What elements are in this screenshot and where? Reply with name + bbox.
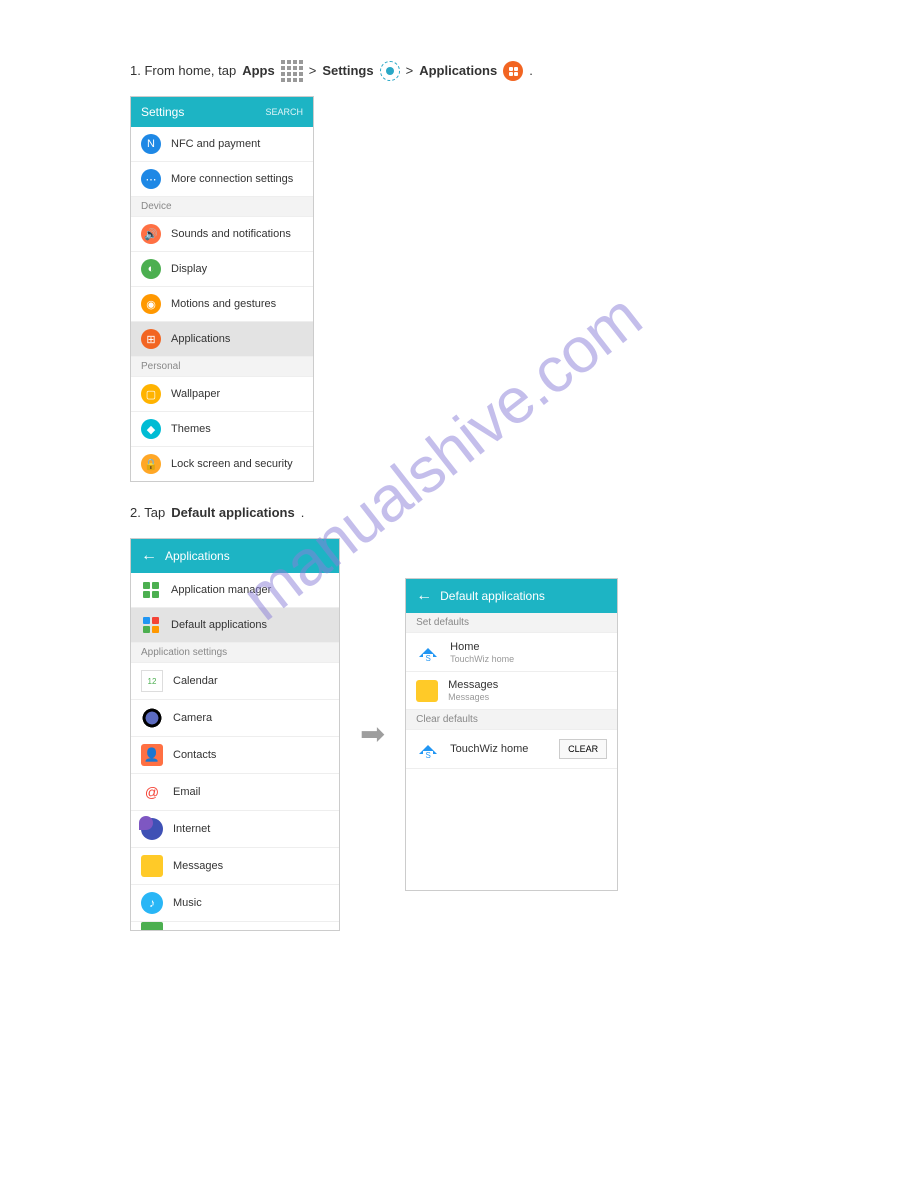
contacts-icon: 👤 <box>141 744 163 766</box>
app-settings-section: Application settings <box>131 643 339 663</box>
messages-icon <box>416 680 438 702</box>
app-manager-item[interactable]: Application manager <box>131 573 339 608</box>
applications-item-icon: ⊞ <box>141 329 161 349</box>
settings-title: Settings <box>141 105 184 119</box>
instruction-step-2: 2. Tap Default applications . <box>130 502 788 524</box>
search-button[interactable]: SEARCH <box>265 107 303 117</box>
motions-icon: ◉ <box>141 294 161 314</box>
clear-defaults-section: Clear defaults <box>406 710 617 730</box>
default-apps-item[interactable]: Default applications <box>131 608 339 643</box>
more-connection-item[interactable]: ⋯More connection settings <box>131 162 313 197</box>
wallpaper-icon: ▢ <box>141 384 161 404</box>
device-section: Device <box>131 197 313 217</box>
back-icon[interactable]: ← <box>416 587 432 605</box>
camera-icon <box>141 707 163 729</box>
motions-item[interactable]: ◉Motions and gestures <box>131 287 313 322</box>
applications-icon <box>503 61 523 81</box>
camera-item[interactable]: Camera <box>131 700 339 737</box>
settings-header: Settings SEARCH <box>131 97 313 127</box>
email-icon: @ <box>141 781 163 803</box>
touchwiz-item: TouchWiz home CLEAR <box>406 730 617 769</box>
instruction-step-1: 1. From home, tap Apps > Settings > Appl… <box>130 60 788 82</box>
internet-item[interactable]: Internet <box>131 811 339 848</box>
back-icon[interactable]: ← <box>141 547 157 565</box>
messages-default-item[interactable]: MessagesMessages <box>406 672 617 710</box>
messages-item[interactable]: Messages <box>131 848 339 885</box>
applications-label: Applications <box>419 60 497 82</box>
partial-item <box>141 922 163 930</box>
clear-button[interactable]: CLEAR <box>559 739 607 759</box>
lock-item[interactable]: 🔒Lock screen and security <box>131 447 313 481</box>
default-apps-icon <box>141 615 161 635</box>
settings-screenshot: Settings SEARCH NNFC and payment ⋯More c… <box>130 96 314 482</box>
default-apps-header: ← Default applications <box>406 579 617 613</box>
calendar-item[interactable]: 12Calendar <box>131 663 339 700</box>
sounds-item[interactable]: 🔊Sounds and notifications <box>131 217 313 252</box>
gear-icon <box>380 61 400 81</box>
internet-icon <box>141 818 163 840</box>
applications-header: ← Applications <box>131 539 339 573</box>
default-apps-label: Default applications <box>171 502 295 524</box>
wallpaper-item[interactable]: ▢Wallpaper <box>131 377 313 412</box>
applications-item[interactable]: ⊞Applications <box>131 322 313 357</box>
contacts-item[interactable]: 👤Contacts <box>131 737 339 774</box>
apps-grid-icon <box>281 60 303 82</box>
applications-title: Applications <box>165 549 230 563</box>
email-item[interactable]: @Email <box>131 774 339 811</box>
nfc-item[interactable]: NNFC and payment <box>131 127 313 162</box>
settings-label: Settings <box>322 60 373 82</box>
arrow-icon: ➡ <box>360 717 385 752</box>
music-icon: ♪ <box>141 892 163 914</box>
display-icon: ◐ <box>141 259 161 279</box>
music-item[interactable]: ♪Music <box>131 885 339 922</box>
calendar-icon: 12 <box>141 670 163 692</box>
default-apps-title: Default applications <box>440 589 545 603</box>
sounds-icon: 🔊 <box>141 224 161 244</box>
home-default-item[interactable]: HomeTouchWiz home <box>406 633 617 672</box>
nfc-icon: N <box>141 134 161 154</box>
themes-item[interactable]: ◆Themes <box>131 412 313 447</box>
home-icon <box>416 640 440 664</box>
connection-icon: ⋯ <box>141 169 161 189</box>
lock-icon: 🔒 <box>141 454 161 474</box>
applications-screenshot: ← Applications Application manager Defaul… <box>130 538 340 931</box>
set-defaults-section: Set defaults <box>406 613 617 633</box>
apps-label: Apps <box>242 60 275 82</box>
app-manager-icon <box>141 580 161 600</box>
home-icon <box>416 737 440 761</box>
messages-icon <box>141 855 163 877</box>
display-item[interactable]: ◐Display <box>131 252 313 287</box>
personal-section: Personal <box>131 357 313 377</box>
default-apps-screenshot: ← Default applications Set defaults HomeT… <box>405 578 618 891</box>
themes-icon: ◆ <box>141 419 161 439</box>
